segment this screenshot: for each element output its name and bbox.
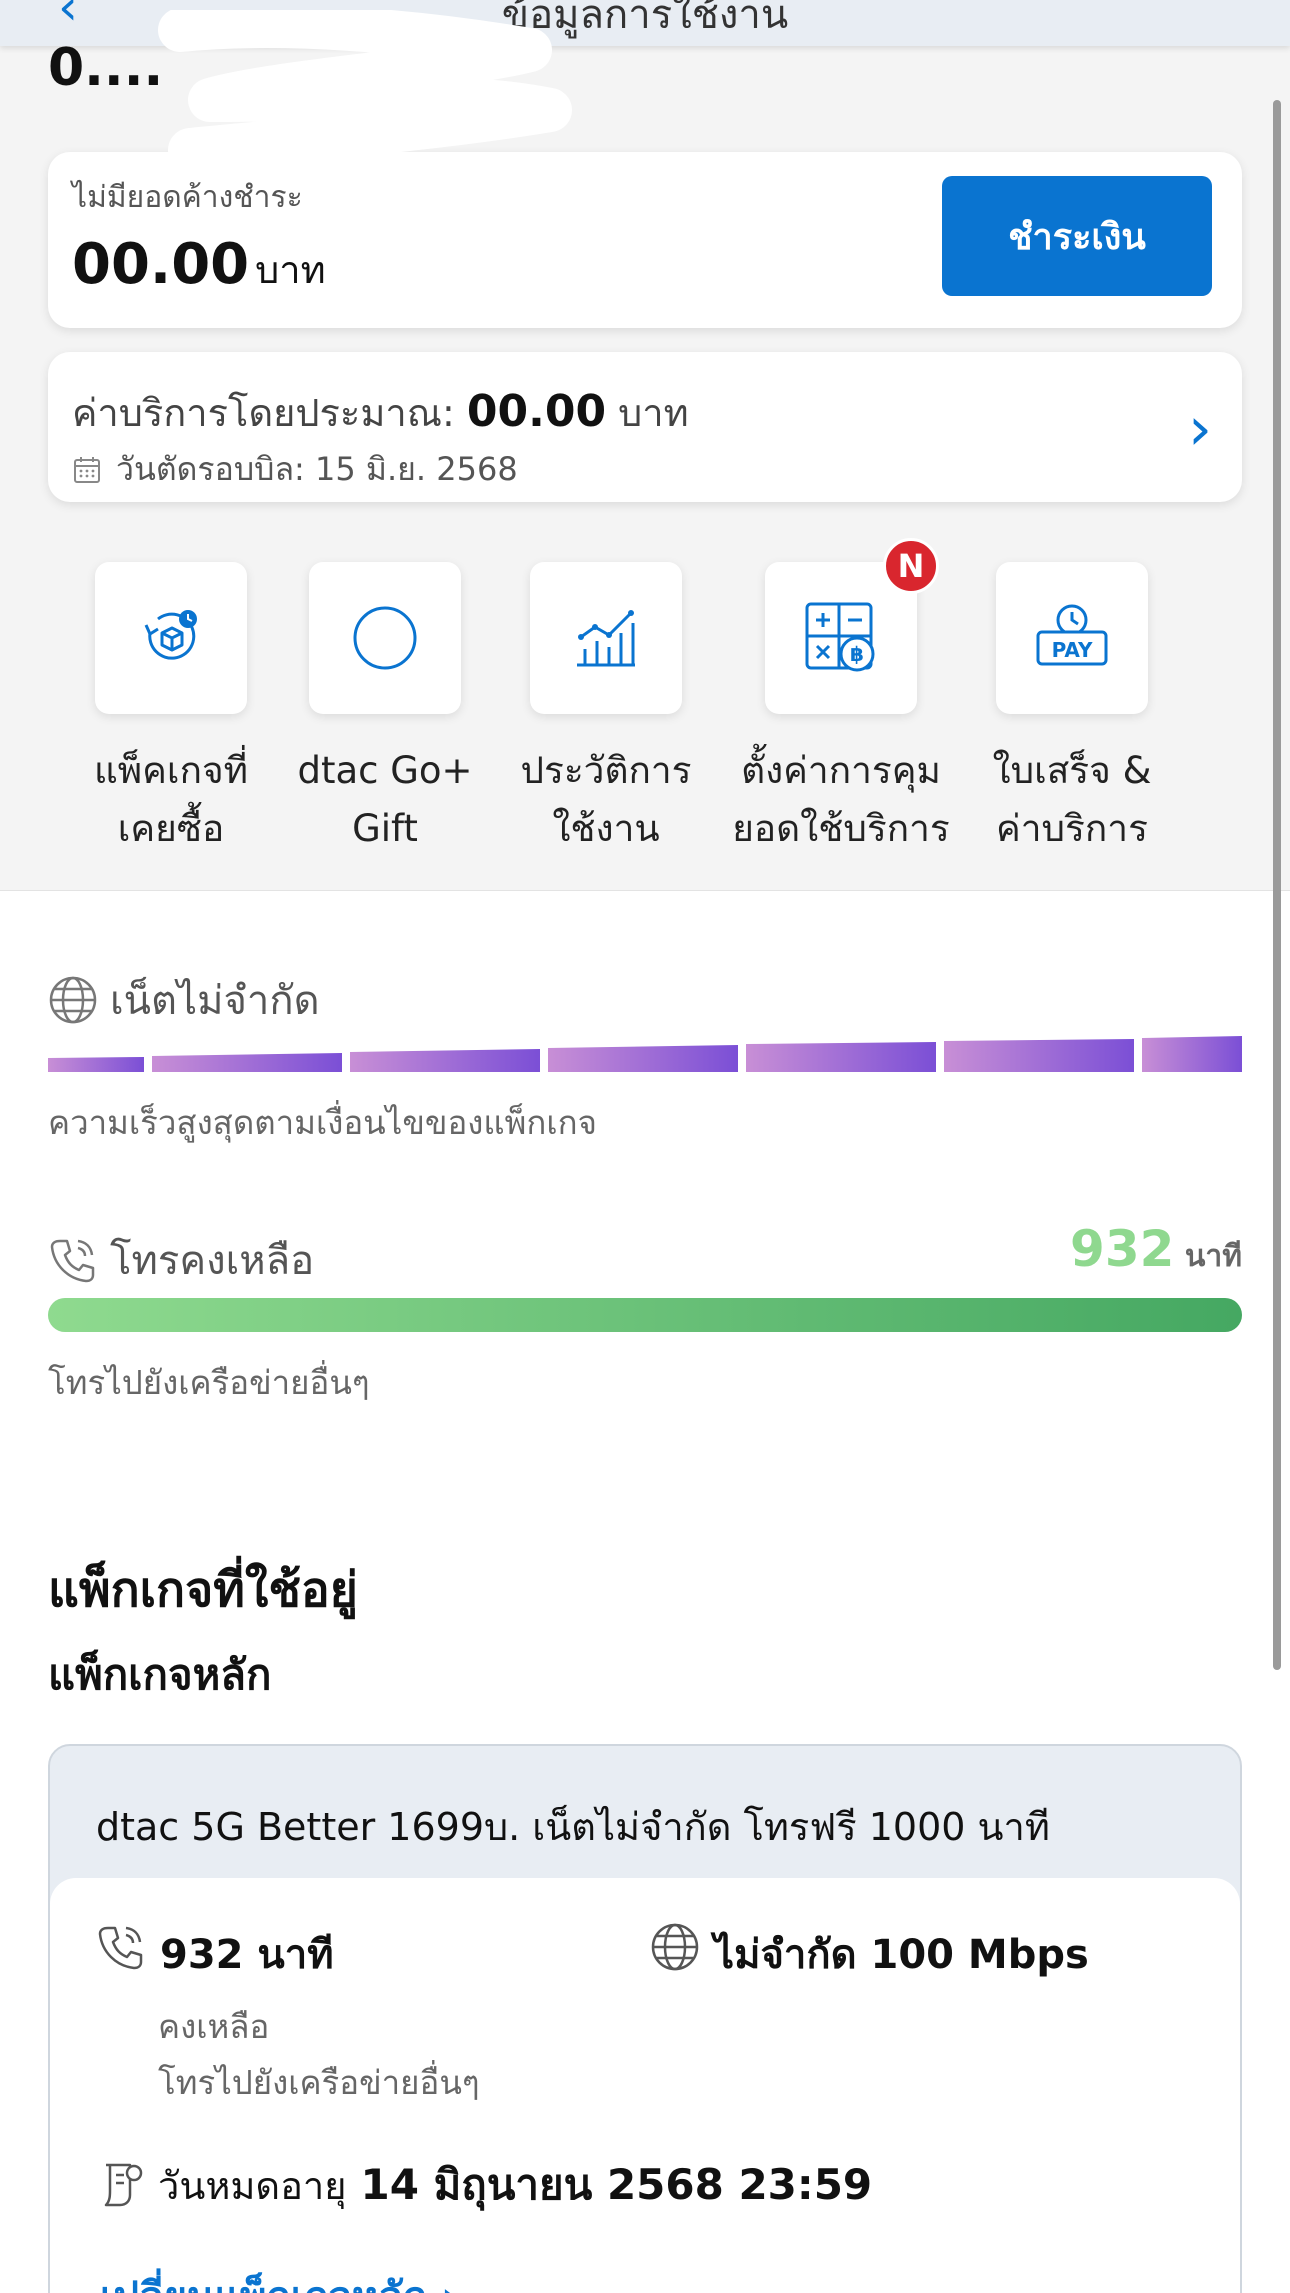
call-progress-fill	[48, 1298, 1242, 1332]
receipt-icon	[104, 2163, 143, 2207]
bill-amount-value: 00.00	[72, 232, 250, 297]
package-call-amount: 932 นาที	[160, 1932, 334, 1978]
label-line-2: ค่าบริการ	[996, 807, 1148, 850]
expiry-label: วันหมดอายุ	[158, 2163, 347, 2208]
shortcut-usage-history-label: ประวัติการ ใช้งาน	[491, 742, 721, 858]
calculator-baht-icon: ฿	[805, 602, 875, 672]
call-remaining-value: 932 นาที	[1070, 1220, 1242, 1280]
package-expiry: วันหมดอายุ 14 มิถุนายน 2568 23:59	[100, 2152, 872, 2218]
globe-icon	[49, 976, 97, 1024]
active-packages-heading: แพ็กเกจที่ใช้อยู่	[48, 1562, 358, 1618]
internet-subtitle: ความเร็วสูงสุดตามเงื่อนไขของแพ็กเกจ	[48, 1103, 597, 1142]
internet-title-text: เน็ตไม่จำกัด	[110, 978, 320, 1024]
shortcut-usage-history-tile[interactable]	[530, 562, 682, 714]
phone-icon	[50, 1239, 95, 1283]
package-details: 932 นาที คงเหลือ โทรไปยังเครือข่ายอื่นๆ …	[50, 1878, 1240, 2293]
estimated-charges-label: ค่าบริการโดยประมาณ:	[72, 391, 455, 435]
shortcut-dtac-go-gift-label: dtac Go+ Gift	[270, 742, 500, 858]
shortcut-receipts-tile[interactable]: PAY	[996, 562, 1148, 714]
change-package-link[interactable]: เปลี่ยนแพ็กเกจหลัก ›	[100, 2264, 458, 2293]
shortcut-package-history[interactable]: แพ็คเกจที่ เคยซื้อ	[56, 562, 286, 858]
shortcut-usage-control-tile[interactable]: ฿ N	[765, 538, 939, 714]
phone-icon	[98, 1926, 143, 1970]
label-line-1: ใบเสร็จ &	[992, 749, 1152, 792]
new-badge: N	[883, 538, 939, 594]
billing-cycle-label: วันตัดรอบบิล: 15 มิ.ย. 2568	[116, 450, 518, 488]
circle-icon	[353, 606, 417, 670]
shortcut-usage-control[interactable]: ฿ N ตั้งค่าการคุม ยอดใช้บริการ	[726, 538, 956, 858]
call-remaining-number: 932	[1070, 1220, 1175, 1278]
package-data-allowance: ไม่จำกัด 100 Mbps	[650, 1922, 1089, 1986]
package-name: dtac 5G Better 1699บ. เน็ตไม่จำกัด โทรฟร…	[96, 1805, 1050, 1849]
outstanding-bill-card: ไม่มียอดค้างชำระ 00.00 บาท ชำระเงิน	[48, 152, 1242, 328]
estimated-charges-amount: 00.00	[466, 386, 607, 437]
pay-icon-text: PAY	[1052, 638, 1093, 662]
label-line-2: ใช้งาน	[552, 807, 660, 850]
package-data-amount: ไม่จำกัด 100 Mbps	[714, 1932, 1089, 1978]
label-line-1: ตั้งค่าการคุม	[741, 749, 941, 792]
call-subtitle: โทรไปยังเครือข่ายอื่นๆ	[48, 1363, 370, 1402]
package-call-desc: โทรไปยังเครือข่ายอื่นๆ	[158, 2063, 480, 2102]
package-call-allowance: 932 นาที	[96, 1922, 334, 1986]
package-history-icon	[144, 610, 197, 660]
globe-icon	[651, 1923, 699, 1971]
main-package-heading: แพ็กเกจหลัก	[48, 1650, 272, 1699]
label-line-1: dtac Go+	[297, 749, 473, 792]
billing-cycle: วันตัดรอบบิล: 15 มิ.ย. 2568	[72, 444, 518, 495]
call-usage-title: โทรคงเหลือ	[48, 1228, 314, 1292]
estimated-charges-line: ค่าบริการโดยประมาณ: 00.00 บาท	[72, 382, 689, 443]
main-package-card: dtac 5G Better 1699บ. เน็ตไม่จำกัด โทรฟร…	[48, 1744, 1242, 2293]
label-line-1: แพ็คเกจที่	[93, 749, 249, 792]
shortcut-receipts[interactable]: PAY ใบเสร็จ & ค่าบริการ	[957, 562, 1187, 858]
call-title-text: โทรคงเหลือ	[110, 1238, 315, 1284]
calendar-icon	[74, 456, 100, 483]
internet-usage-title: เน็ตไม่จำกัด	[48, 968, 320, 1032]
package-call-remaining: คงเหลือ	[158, 2007, 270, 2046]
expiry-value: 14 มิถุนายน 2568 23:59	[360, 2160, 873, 2209]
shortcut-package-history-tile[interactable]	[95, 562, 247, 714]
call-remaining-unit: นาที	[1184, 1239, 1242, 1274]
estimated-charges-unit: บาท	[618, 391, 689, 435]
label-line-2: ยอดใช้บริการ	[732, 807, 950, 850]
shortcut-dtac-go-gift-tile[interactable]	[309, 562, 461, 714]
shortcut-usage-history[interactable]: ประวัติการ ใช้งาน	[491, 562, 721, 858]
shortcut-dtac-go-gift[interactable]: dtac Go+ Gift	[270, 562, 500, 858]
scrollbar[interactable]	[1273, 100, 1281, 1670]
svg-text:฿: ฿	[850, 642, 864, 666]
call-progress-bar	[48, 1298, 1242, 1332]
change-package-label: เปลี่ยนแพ็กเกจหลัก	[100, 2274, 427, 2293]
bill-amount: 00.00 บาท	[72, 232, 326, 300]
pay-button[interactable]: ชำระเงิน	[942, 176, 1212, 296]
label-line-1: ประวัติการ	[520, 749, 692, 792]
label-line-2: เคยซื้อ	[117, 807, 225, 850]
speed-indicator-bar	[48, 1036, 1242, 1072]
usage-chart-icon	[577, 610, 635, 667]
chevron-right-icon[interactable]: ›	[1188, 394, 1212, 464]
shortcut-package-history-label: แพ็คเกจที่ เคยซื้อ	[56, 742, 286, 858]
bill-amount-unit: บาท	[255, 248, 326, 292]
estimated-charges-card[interactable]: ค่าบริการโดยประมาณ: 00.00 บาท วันตัดรอบบ…	[48, 352, 1242, 502]
shortcut-receipts-label: ใบเสร็จ & ค่าบริการ	[957, 742, 1187, 858]
label-line-2: Gift	[352, 807, 418, 850]
shortcut-usage-control-label: ตั้งค่าการคุม ยอดใช้บริการ	[726, 742, 956, 858]
redaction-scribble	[158, 10, 572, 160]
pay-clock-icon: PAY	[1036, 604, 1108, 666]
bill-status: ไม่มียอดค้างชำระ	[72, 180, 303, 215]
chevron-right-icon: ›	[441, 2274, 457, 2293]
